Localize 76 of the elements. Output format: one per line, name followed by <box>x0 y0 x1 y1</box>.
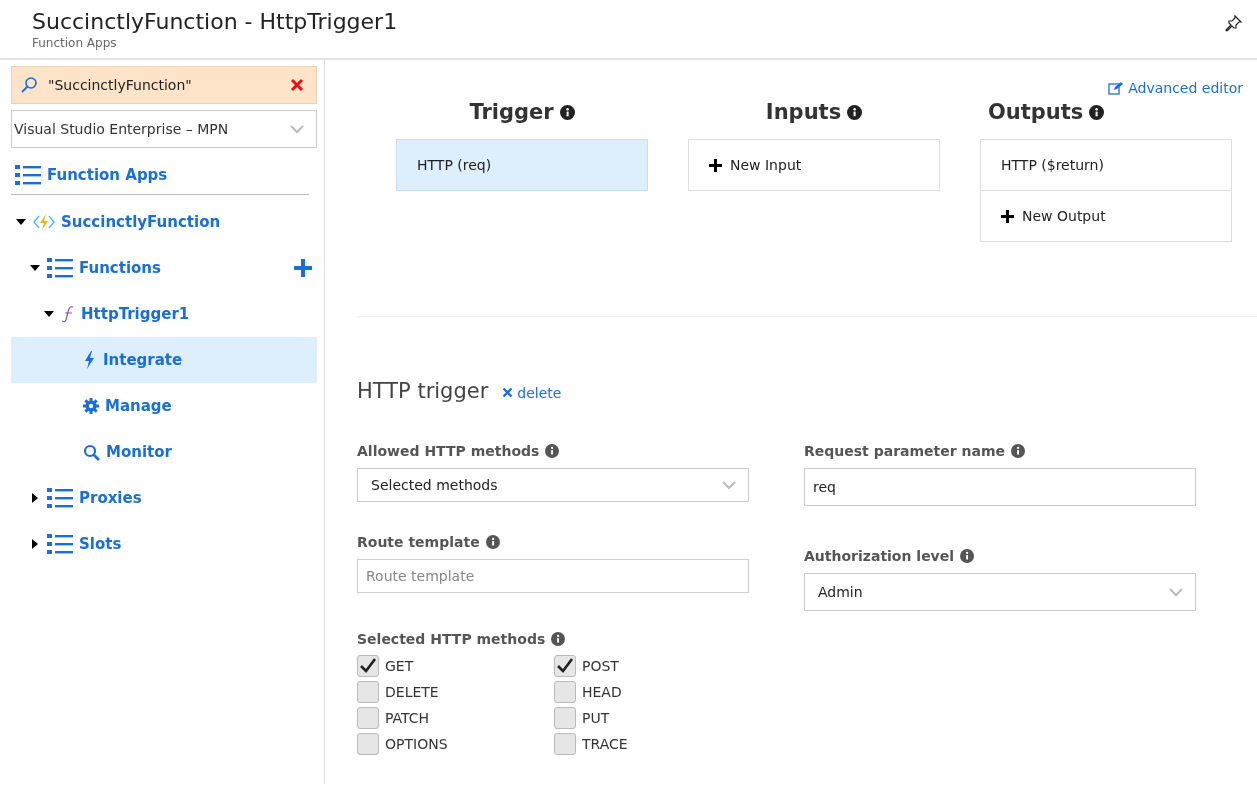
checkbox[interactable] <box>554 733 576 755</box>
chevron-icon <box>1169 587 1183 597</box>
section-title: HTTP trigger <box>357 379 489 403</box>
checkbox[interactable] <box>554 707 576 729</box>
info-icon <box>559 104 575 120</box>
binding-item[interactable]: HTTP (req) <box>396 139 648 191</box>
section-heading: Outputs <box>988 100 1084 124</box>
info-icon <box>545 444 560 458</box>
clear-icon[interactable] <box>290 78 304 92</box>
methods-dropdown[interactable]: Selected methods <box>357 468 749 502</box>
checkbox[interactable] <box>357 733 379 755</box>
list-icon <box>47 487 73 509</box>
breadcrumb: Function Apps <box>32 36 118 50</box>
binding-item[interactable]: New Input <box>688 139 940 191</box>
field-label: Allowed HTTP methods <box>357 443 540 459</box>
tree-item[interactable]: HttpTrigger1 <box>11 291 317 337</box>
parameter-name-field[interactable]: req <box>804 468 1196 506</box>
add-icon[interactable] <box>293 258 313 278</box>
tree-item[interactable]: Integrate <box>11 337 317 383</box>
info-icon <box>485 535 500 549</box>
checkbox[interactable] <box>554 681 576 703</box>
page-title: SuccinctlyFunction - HttpTrigger1 <box>32 8 398 36</box>
checkbox[interactable] <box>554 655 576 677</box>
subscription-dropdown[interactable]: Visual Studio Enterprise – MPN <box>11 110 317 148</box>
info-icon <box>960 549 975 563</box>
tree-item[interactable]: SuccinctlyFunction <box>11 199 317 245</box>
checkbox-label: DELETE <box>385 684 439 700</box>
tree-item[interactable]: Functions <box>11 245 317 291</box>
checkbox-label: PATCH <box>385 710 430 726</box>
function-app-icon <box>33 213 55 231</box>
section-heading: Inputs <box>765 100 842 124</box>
function-icon <box>61 305 75 323</box>
checkbox-label: POST <box>582 658 619 674</box>
list-icon <box>15 164 41 186</box>
search-icon <box>83 443 100 461</box>
list-icon <box>47 257 73 279</box>
lightning-icon <box>83 351 97 369</box>
checkbox-label: HEAD <box>582 684 622 700</box>
section-heading: Trigger <box>469 100 554 124</box>
chevron-icon <box>722 480 736 490</box>
tree-item[interactable]: Proxies <box>11 475 317 521</box>
binding-item[interactable]: New Output <box>980 190 1232 242</box>
info-icon <box>1011 444 1026 458</box>
checkbox[interactable] <box>357 655 379 677</box>
checkbox-label: PUT <box>582 710 610 726</box>
chevron-icon <box>290 124 304 134</box>
plus-icon <box>709 158 722 172</box>
tree-item[interactable]: Function Apps <box>11 158 309 195</box>
binding-item[interactable]: HTTP ($return) <box>980 139 1232 191</box>
search-field[interactable]: "SuccinctlyFunction" <box>11 66 317 104</box>
checkbox[interactable] <box>357 707 379 729</box>
advanced-editor-link[interactable]: Advanced editor <box>1108 80 1243 96</box>
field-label: Route template <box>357 534 480 550</box>
checkbox-label: GET <box>385 658 414 674</box>
tree-item[interactable]: Manage <box>11 383 317 429</box>
plus-icon <box>1001 209 1014 223</box>
tree-item[interactable]: Slots <box>11 521 317 567</box>
edit-icon <box>1108 81 1124 95</box>
info-icon <box>847 104 863 120</box>
checkbox-label: TRACE <box>582 736 628 752</box>
list-icon <box>47 533 73 555</box>
pin-icon[interactable] <box>1225 14 1243 32</box>
authorization-dropdown[interactable]: Admin <box>804 573 1196 611</box>
search-icon <box>20 76 38 94</box>
close-icon <box>502 387 514 398</box>
field-label: Authorization level <box>804 548 955 564</box>
info-icon <box>551 632 566 646</box>
field-label: Selected HTTP methods <box>357 631 546 647</box>
info-icon <box>1089 104 1105 120</box>
tree-item[interactable]: Monitor <box>11 429 317 475</box>
checkbox-label: OPTIONS <box>385 736 448 752</box>
gear-icon <box>83 398 99 414</box>
route-template-field[interactable]: Route template <box>357 559 749 593</box>
field-label: Request parameter name <box>804 443 1006 459</box>
checkbox[interactable] <box>357 681 379 703</box>
delete-link[interactable]: delete <box>502 384 562 401</box>
